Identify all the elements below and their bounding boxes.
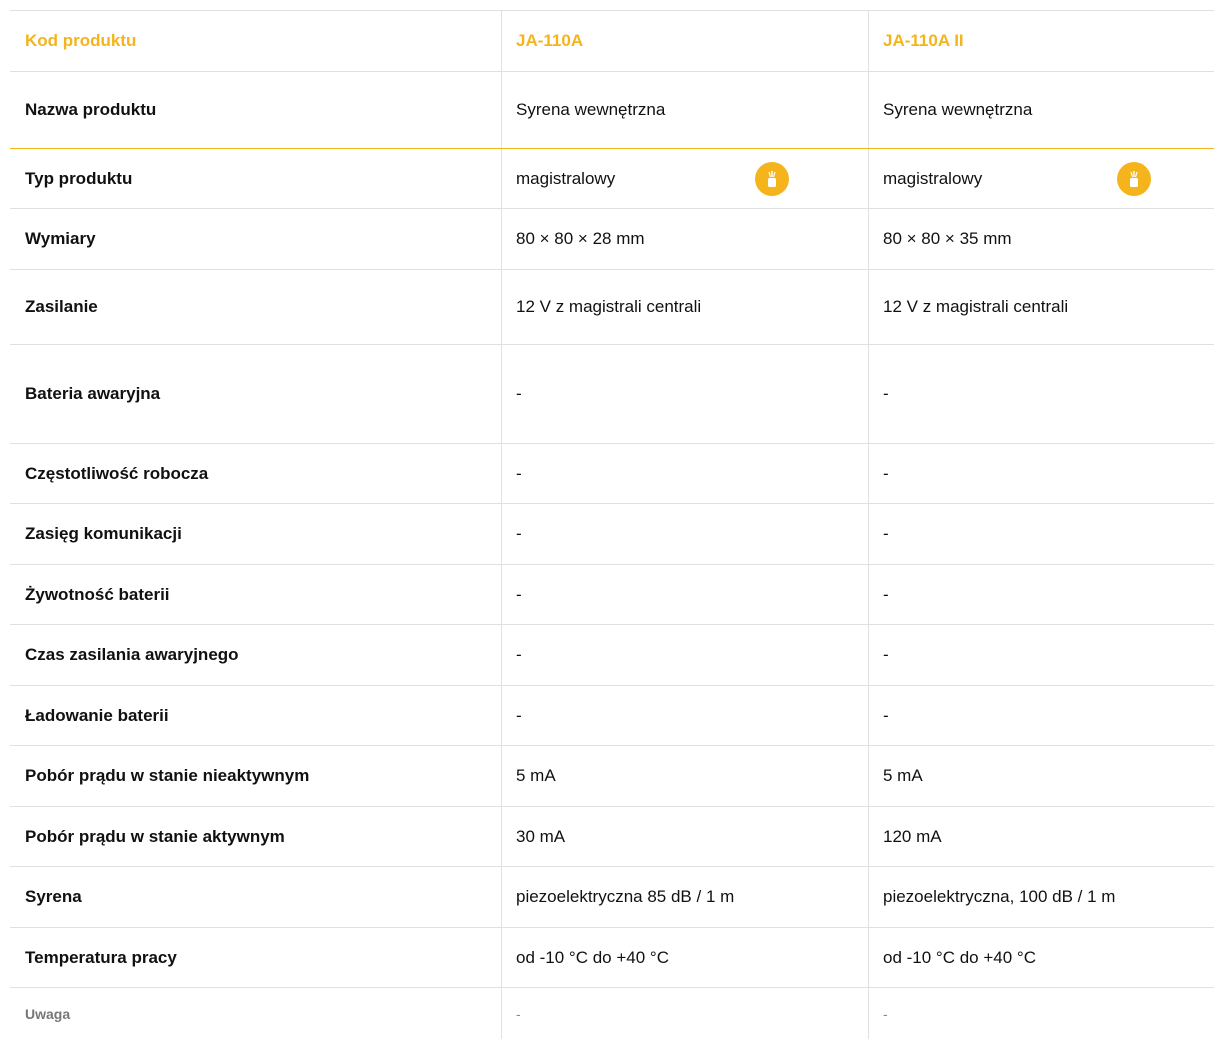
row-value-col1: 30 mA: [502, 807, 869, 866]
row-value-col2: 5 mA: [883, 766, 923, 785]
row-value-col2: 80 × 80 × 35 mm: [883, 229, 1012, 248]
header-label-cell: Kod produktu: [10, 11, 502, 71]
row-value-col2: -: [883, 463, 889, 483]
row-value-col1: magistralowy: [516, 168, 616, 188]
row-value-col1: piezoelektryczna 85 dB / 1 m: [502, 867, 869, 927]
table-row: Żywotność baterii - -: [10, 565, 1214, 625]
table-row: Uwaga - -: [10, 988, 1214, 1039]
table-row: Syrena piezoelektryczna 85 dB / 1 m piez…: [10, 867, 1214, 928]
product-code-ja-110a[interactable]: JA-110A: [502, 11, 869, 71]
row-value-col1: od -10 °C do +40 °C: [502, 928, 869, 987]
table-row: Wymiary 80 × 80 × 28 mm 80 × 80 × 35 mm: [10, 209, 1214, 270]
row-label: Pobór prądu w stanie aktywnym: [10, 807, 502, 866]
table-row: Bateria awaryjna - -: [10, 345, 1214, 444]
row-value-col1: 12 V z magistrali centrali: [502, 270, 869, 344]
row-label: Syrena: [10, 867, 502, 927]
row-value-col1: 5 mA: [502, 746, 869, 806]
row-value-col2: magistralowy: [883, 168, 983, 188]
table-row: Nazwa produktu Syrena wewnętrzna Syrena …: [10, 72, 1214, 149]
table-row: Zasięg komunikacji - -: [10, 504, 1214, 565]
row-value-col1: -: [502, 504, 869, 564]
product-comparison-table: Kod produktu JA-110A JA-110A II Nazwa pr…: [10, 10, 1214, 1039]
row-value-col1: -: [502, 444, 869, 503]
row-label: Wymiary: [10, 209, 502, 269]
row-value-col2: -: [883, 584, 889, 604]
table-row: Czas zasilania awaryjnego - -: [10, 625, 1214, 686]
row-label: Nazwa produktu: [10, 72, 502, 148]
wired-bus-icon[interactable]: [755, 161, 789, 196]
row-value-col1: -: [502, 565, 869, 624]
row-value-col1-cell: magistralowy: [502, 149, 869, 208]
row-value-col2: od -10 °C do +40 °C: [883, 947, 1036, 967]
row-label: Pobór prądu w stanie nieaktywnym: [10, 746, 502, 806]
product-code-ja-110a-ii[interactable]: JA-110A II: [869, 11, 1214, 71]
row-value-col1: -: [502, 345, 869, 443]
row-value-col2: Syrena wewnętrzna: [883, 100, 1033, 119]
row-value-col2: 120 mA: [883, 826, 942, 846]
row-label: Typ produktu: [10, 149, 502, 208]
wired-bus-icon[interactable]: [1117, 161, 1151, 196]
row-value-col1: -: [502, 625, 869, 685]
row-label: Zasilanie: [10, 270, 502, 344]
row-value-col1: Syrena wewnętrzna: [502, 72, 869, 148]
table-row: Typ produktu magistralowy magistralowy: [10, 149, 1214, 209]
row-label: Temperatura pracy: [10, 928, 502, 987]
row-label: Ładowanie baterii: [10, 686, 502, 745]
row-value-col2: -: [883, 645, 889, 664]
row-value-col2: -: [883, 384, 889, 403]
row-value-col2: -: [883, 524, 889, 543]
row-value-col2-cell: magistralowy: [869, 149, 1214, 208]
table-row: Ładowanie baterii - -: [10, 686, 1214, 746]
row-value-col2: piezoelektryczna, 100 dB / 1 m: [883, 887, 1116, 906]
row-label: Żywotność baterii: [10, 565, 502, 624]
table-row: Pobór prądu w stanie nieaktywnym 5 mA 5 …: [10, 746, 1214, 807]
table-row: Temperatura pracy od -10 °C do +40 °C od…: [10, 928, 1214, 988]
row-label: Zasięg komunikacji: [10, 504, 502, 564]
row-value-col1: -: [502, 686, 869, 745]
row-label: Częstotliwość robocza: [10, 444, 502, 503]
table-row: Pobór prądu w stanie aktywnym 30 mA 120 …: [10, 807, 1214, 867]
row-label: Czas zasilania awaryjnego: [10, 625, 502, 685]
row-value-col2: -: [883, 1006, 888, 1022]
table-row: Częstotliwość robocza - -: [10, 444, 1214, 504]
table-row: Zasilanie 12 V z magistrali centrali 12 …: [10, 270, 1214, 345]
row-value-col1: 80 × 80 × 28 mm: [502, 209, 869, 269]
row-value-col2: 12 V z magistrali centrali: [883, 297, 1069, 316]
table-header-row: Kod produktu JA-110A JA-110A II: [10, 11, 1214, 72]
row-label: Bateria awaryjna: [10, 345, 502, 443]
row-value-col2: -: [883, 705, 889, 725]
row-value-col1: -: [502, 988, 869, 1039]
row-label: Uwaga: [10, 988, 502, 1039]
